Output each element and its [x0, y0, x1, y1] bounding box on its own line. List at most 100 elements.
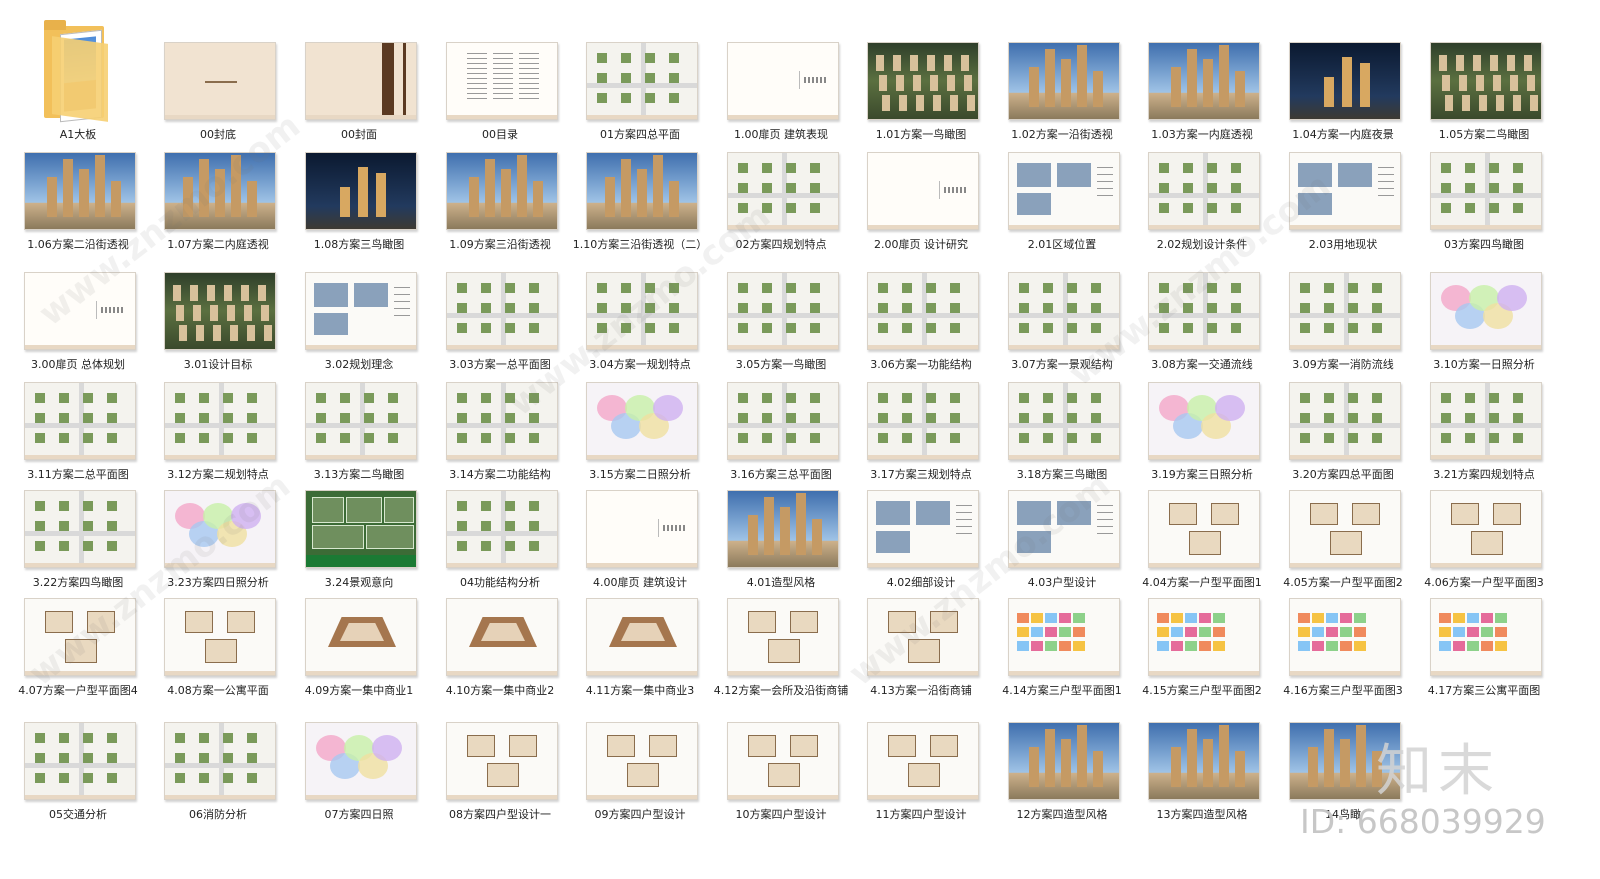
file-item[interactable]: 4.01造型风格	[711, 490, 851, 600]
file-item[interactable]: 03方案四鸟瞰图	[1414, 152, 1554, 262]
file-item[interactable]: 2.01区域位置	[992, 152, 1132, 262]
file-item[interactable]: 4.00扉页 建筑设计	[570, 490, 710, 600]
file-thumbnail[interactable]	[1430, 152, 1542, 230]
file-thumbnail[interactable]	[305, 490, 417, 568]
file-thumbnail[interactable]	[446, 490, 558, 568]
file-item[interactable]: 3.01设计目标	[148, 272, 288, 382]
file-item[interactable]: 4.02细部设计	[851, 490, 991, 600]
file-item[interactable]: 4.04方案一户型平面图1	[1132, 490, 1272, 600]
file-thumbnail[interactable]	[164, 490, 276, 568]
file-item[interactable]: 3.18方案三鸟瞰图	[992, 382, 1132, 492]
file-item[interactable]: 3.17方案三规划特点	[851, 382, 991, 492]
file-item[interactable]: 4.14方案三户型平面图1	[992, 598, 1132, 708]
file-item[interactable]: A1大板	[8, 20, 148, 152]
file-thumbnail[interactable]	[1289, 272, 1401, 350]
file-item[interactable]: 1.05方案二鸟瞰图	[1414, 42, 1554, 152]
file-thumbnail[interactable]	[1148, 272, 1260, 350]
file-thumbnail[interactable]	[1430, 598, 1542, 676]
file-thumbnail[interactable]	[24, 722, 136, 800]
file-item[interactable]: 3.07方案一景观结构	[992, 272, 1132, 382]
file-thumbnail[interactable]	[305, 42, 417, 120]
file-item[interactable]: 3.14方案二功能结构	[430, 382, 570, 492]
file-item[interactable]: 1.03方案一内庭透视	[1132, 42, 1272, 152]
file-thumbnail[interactable]	[727, 382, 839, 460]
file-thumbnail[interactable]	[1289, 598, 1401, 676]
file-thumbnail[interactable]	[727, 490, 839, 568]
file-item[interactable]: 3.03方案一总平面图	[430, 272, 570, 382]
file-item[interactable]: 07方案四日照	[289, 722, 429, 832]
file-item[interactable]: 4.09方案一集中商业1	[289, 598, 429, 708]
file-item[interactable]: 13方案四造型风格	[1132, 722, 1272, 832]
file-thumbnail[interactable]	[727, 272, 839, 350]
file-thumbnail[interactable]	[867, 722, 979, 800]
file-thumbnail[interactable]	[164, 722, 276, 800]
file-item[interactable]: 1.08方案三鸟瞰图	[289, 152, 429, 262]
file-item[interactable]: 4.13方案一沿街商铺	[851, 598, 991, 708]
file-thumbnail[interactable]	[586, 598, 698, 676]
file-thumbnail[interactable]	[1148, 42, 1260, 120]
file-item[interactable]: 05交通分析	[8, 722, 148, 832]
file-item[interactable]: 10方案四户型设计	[711, 722, 851, 832]
file-thumbnail[interactable]	[305, 722, 417, 800]
file-item[interactable]: 3.24景观意向	[289, 490, 429, 600]
file-item[interactable]: 12方案四造型风格	[992, 722, 1132, 832]
file-thumbnail[interactable]	[586, 152, 698, 230]
file-item[interactable]: 4.11方案一集中商业3	[570, 598, 710, 708]
file-thumbnail[interactable]	[1008, 152, 1120, 230]
file-thumbnail[interactable]	[1289, 42, 1401, 120]
file-thumbnail[interactable]	[446, 272, 558, 350]
file-item[interactable]: 08方案四户型设计一	[430, 722, 570, 832]
file-item[interactable]: 3.16方案三总平面图	[711, 382, 851, 492]
file-thumbnail[interactable]	[727, 722, 839, 800]
file-item[interactable]: 00封底	[148, 42, 288, 152]
file-thumbnail[interactable]	[164, 152, 276, 230]
file-thumbnail[interactable]	[305, 152, 417, 230]
file-thumbnail[interactable]	[1148, 152, 1260, 230]
file-item[interactable]: 06消防分析	[148, 722, 288, 832]
file-thumbnail[interactable]	[164, 272, 276, 350]
file-item[interactable]: 01方案四总平面	[570, 42, 710, 152]
file-thumbnail[interactable]	[24, 152, 136, 230]
file-thumbnail[interactable]	[586, 42, 698, 120]
file-thumbnail[interactable]	[1430, 490, 1542, 568]
file-item[interactable]: 3.13方案二鸟瞰图	[289, 382, 429, 492]
file-item[interactable]: 1.00扉页 建筑表现	[711, 42, 851, 152]
file-thumbnail[interactable]	[305, 598, 417, 676]
file-item[interactable]: 3.00扉页 总体规划	[8, 272, 148, 382]
file-item[interactable]: 3.10方案一日照分析	[1414, 272, 1554, 382]
file-thumbnail[interactable]	[24, 490, 136, 568]
file-item[interactable]: 2.02规划设计条件	[1132, 152, 1272, 262]
file-item[interactable]: 1.07方案二内庭透视	[148, 152, 288, 262]
file-thumbnail[interactable]	[1008, 598, 1120, 676]
file-thumbnail[interactable]	[1008, 42, 1120, 120]
file-thumbnail[interactable]	[586, 272, 698, 350]
file-thumbnail[interactable]	[446, 382, 558, 460]
file-item[interactable]: 00封面	[289, 42, 429, 152]
file-item[interactable]: 3.06方案一功能结构	[851, 272, 991, 382]
file-item[interactable]: 3.09方案一消防流线	[1273, 272, 1413, 382]
file-item[interactable]: 4.07方案一户型平面图4	[8, 598, 148, 708]
file-item[interactable]: 09方案四户型设计	[570, 722, 710, 832]
file-item[interactable]: 1.10方案三沿街透视（二）	[570, 152, 710, 262]
file-item[interactable]: 3.11方案二总平面图	[8, 382, 148, 492]
file-thumbnail[interactable]	[1289, 382, 1401, 460]
file-thumbnail[interactable]	[1148, 382, 1260, 460]
file-item[interactable]: 00目录	[430, 42, 570, 152]
file-thumbnail[interactable]	[867, 490, 979, 568]
file-thumbnail[interactable]	[1430, 42, 1542, 120]
file-item[interactable]: 3.08方案一交通流线	[1132, 272, 1272, 382]
file-thumbnail[interactable]	[586, 382, 698, 460]
file-thumbnail[interactable]	[727, 42, 839, 120]
file-item[interactable]: 3.05方案一鸟瞰图	[711, 272, 851, 382]
file-thumbnail[interactable]	[867, 272, 979, 350]
file-thumbnail[interactable]	[1008, 272, 1120, 350]
file-thumbnail[interactable]	[1430, 272, 1542, 350]
file-item[interactable]: 3.23方案四日照分析	[148, 490, 288, 600]
file-thumbnail[interactable]	[164, 598, 276, 676]
file-thumbnail[interactable]	[1148, 722, 1260, 800]
file-thumbnail[interactable]	[867, 598, 979, 676]
file-item[interactable]: 04功能结构分析	[430, 490, 570, 600]
file-thumbnail[interactable]	[446, 42, 558, 120]
file-item[interactable]: 4.12方案一会所及沿街商铺	[711, 598, 851, 708]
file-item[interactable]: 3.22方案四鸟瞰图	[8, 490, 148, 600]
